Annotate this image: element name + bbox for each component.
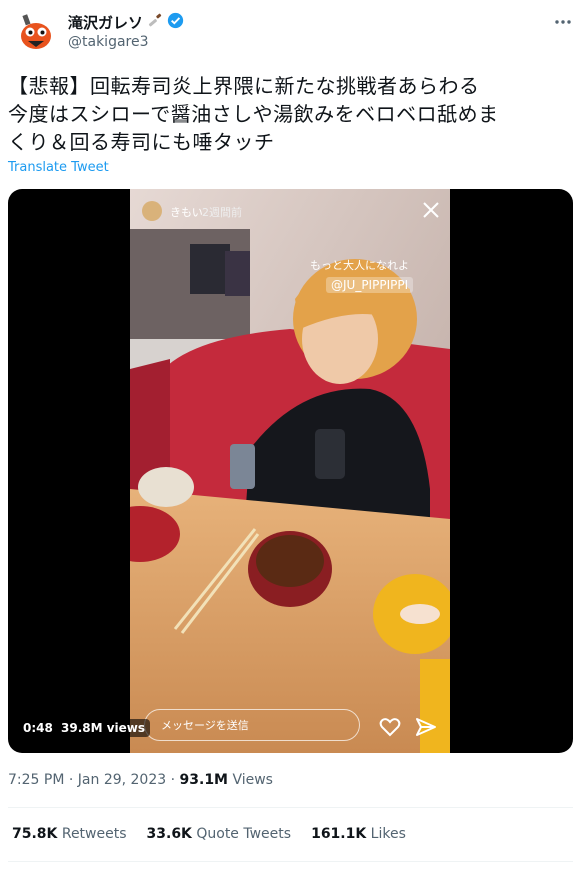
divider	[8, 861, 573, 862]
video-duration-badge: 0:48	[18, 719, 58, 737]
retweets-stat[interactable]: 75.8K Retweets	[12, 826, 127, 842]
display-name[interactable]: 滝沢ガレソ	[68, 12, 143, 33]
tweet-time[interactable]: 7:25 PM	[8, 772, 64, 788]
tweet-line: 【悲報】回転寿司炎上界隈に新たな挑戦者あらわる	[8, 74, 480, 98]
story-time: 2週間前	[202, 206, 242, 219]
tweet-meta: 7:25 PM · Jan 29, 2023 · 93.1M Views	[8, 772, 273, 788]
tweet-header: 滝沢ガレソ @takigare3	[14, 8, 575, 56]
handle[interactable]: @takigare3	[68, 34, 184, 50]
retweets-count: 75.8K	[12, 826, 58, 842]
story-message-input[interactable]: メッセージを送信	[144, 709, 360, 741]
divider	[8, 807, 573, 808]
quotes-label: Quote Tweets	[196, 826, 292, 842]
views-count: 93.1M	[179, 772, 228, 788]
avatar[interactable]	[14, 10, 58, 54]
author-names: 滝沢ガレソ @takigare3	[68, 12, 184, 50]
video-frame: きもい 2週間前 もっと大人になれよ @JU_PIPPIPPI メッセージを送信	[130, 189, 450, 753]
knife-emoji-icon	[147, 12, 163, 32]
video-views-badge: 39.8M views	[56, 719, 151, 737]
story-mention: @JU_PIPPIPPI	[326, 277, 414, 293]
views-label: Views	[232, 772, 273, 788]
tweet-line: くり＆回る寿司にも唾タッチ	[8, 130, 275, 154]
close-icon[interactable]	[420, 199, 442, 221]
story-caption: もっと大人になれよ	[310, 259, 409, 272]
tweet-text: 【悲報】回転寿司炎上界隈に新たな挑戦者あらわる 今度はスシローで醤油さしや湯飲み…	[8, 72, 573, 156]
tweet-line: 今度はスシローで醤油さしや湯飲みをベロベロ舐めま	[8, 102, 499, 126]
video-still	[130, 189, 450, 753]
video-player[interactable]: きもい 2週間前 もっと大人になれよ @JU_PIPPIPPI メッセージを送信…	[8, 189, 573, 753]
tweet-stats: 75.8K Retweets 33.6K Quote Tweets 161.1K…	[12, 826, 406, 842]
story-avatar	[142, 201, 162, 221]
send-icon[interactable]	[414, 715, 438, 739]
translate-tweet-link[interactable]: Translate Tweet	[8, 160, 109, 175]
tweet-date[interactable]: Jan 29, 2023	[78, 772, 166, 788]
likes-count: 161.1K	[311, 826, 367, 842]
likes-label: Likes	[370, 826, 406, 842]
likes-stat[interactable]: 161.1K Likes	[311, 826, 406, 842]
verified-icon	[167, 12, 184, 33]
quotes-count: 33.6K	[146, 826, 192, 842]
meta-separator: ·	[68, 772, 74, 788]
quotes-stat[interactable]: 33.6K Quote Tweets	[147, 826, 292, 842]
retweets-label: Retweets	[61, 826, 127, 842]
story-username: きもい	[170, 206, 203, 219]
more-icon[interactable]	[551, 12, 575, 32]
heart-icon[interactable]	[378, 715, 402, 739]
meta-separator: ·	[170, 772, 176, 788]
